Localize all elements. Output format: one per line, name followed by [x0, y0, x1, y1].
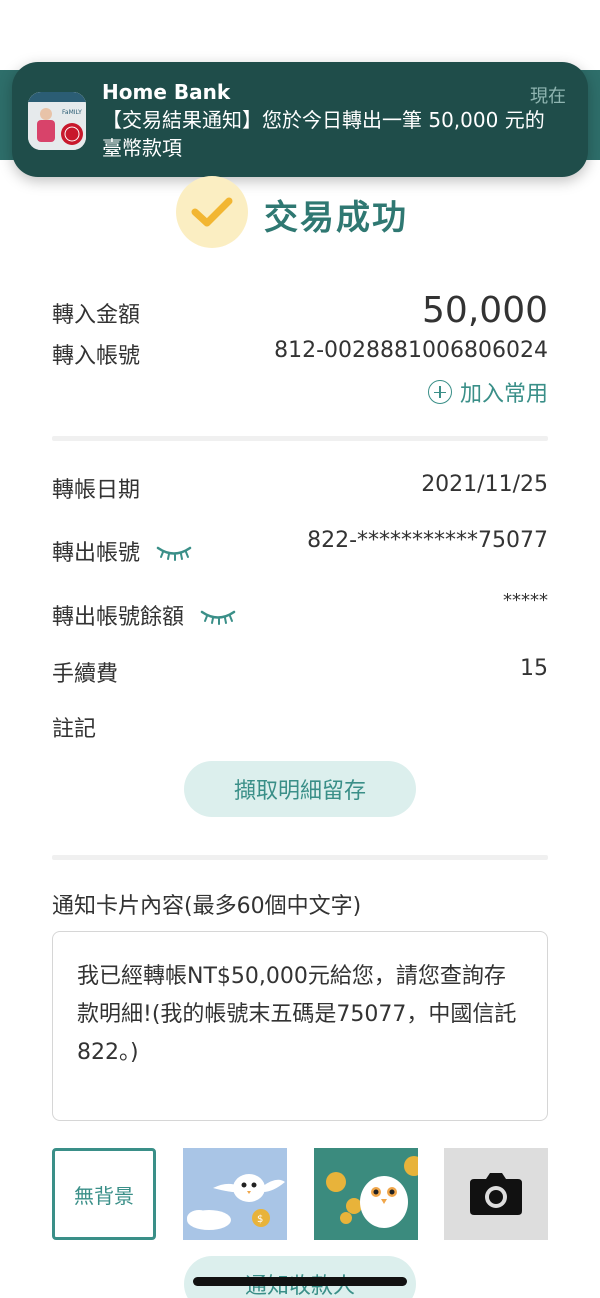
divider [52, 855, 548, 860]
fee-label: 手續費 [52, 662, 119, 687]
notification-app-name: Home Bank [102, 80, 231, 104]
note-label: 註記 [52, 717, 97, 742]
balance-label: 轉出帳號餘額 [52, 605, 185, 630]
eye-closed-icon[interactable] [155, 542, 193, 567]
no-background-option[interactable]: 無背景 [52, 1148, 156, 1240]
owl-coins-background-option[interactable] [314, 1148, 418, 1240]
family-app-icon: FaMILY [28, 92, 86, 150]
owl-sky-background-option[interactable]: $ [183, 1148, 287, 1240]
camera-icon [470, 1173, 522, 1215]
date-label: 轉帳日期 [52, 478, 141, 503]
camera-background-option[interactable] [444, 1148, 548, 1240]
add-favorite-label: 加入常用 [459, 382, 548, 407]
balance-value: ***** [503, 590, 548, 611]
add-favorite-button[interactable]: 加入常用 [427, 376, 548, 408]
home-indicator[interactable] [193, 1277, 407, 1286]
from-account-row: 轉出帳號 [52, 535, 193, 567]
owl-coins-image [326, 1156, 418, 1228]
eye-closed-icon[interactable] [199, 606, 237, 631]
amount-label: 轉入金額 [52, 303, 141, 328]
account-label: 轉入帳號 [52, 344, 141, 369]
transfer-account: 812-0028881006806024 [274, 338, 548, 363]
notification-message: 【交易結果通知】您於今日轉出一筆 50,000 元的臺幣款項 [102, 108, 545, 160]
svg-text:FaMILY: FaMILY [62, 109, 82, 116]
owl-cloud-image: $ [187, 1174, 285, 1230]
push-notification[interactable]: FaMILY Home Bank 現在 【交易結果通知】您於今日轉出一筆 50,… [12, 62, 588, 177]
success-badge [176, 176, 248, 248]
card-message-input[interactable]: 我已經轉帳NT$50,000元給您，請您查詢存款明細!(我的帳號末五碼是7507… [52, 931, 548, 1121]
transfer-amount: 50,000 [422, 290, 548, 331]
check-icon [191, 197, 233, 227]
status-title: 交易成功 [264, 198, 408, 238]
transfer-date: 2021/11/25 [421, 472, 548, 497]
card-heading: 通知卡片內容(最多60個中文字) [52, 894, 362, 919]
svg-text:$: $ [257, 1214, 263, 1225]
balance-row: 轉出帳號餘額 [52, 599, 237, 631]
divider [52, 436, 548, 441]
notification-time: 現在 [530, 86, 566, 107]
fee-value: 15 [520, 656, 548, 681]
plus-circle-icon [427, 380, 452, 404]
from-account-label: 轉出帳號 [52, 541, 141, 566]
save-screenshot-button[interactable]: 擷取明細留存 [184, 761, 416, 817]
from-account: 822-***********75077 [307, 528, 548, 553]
